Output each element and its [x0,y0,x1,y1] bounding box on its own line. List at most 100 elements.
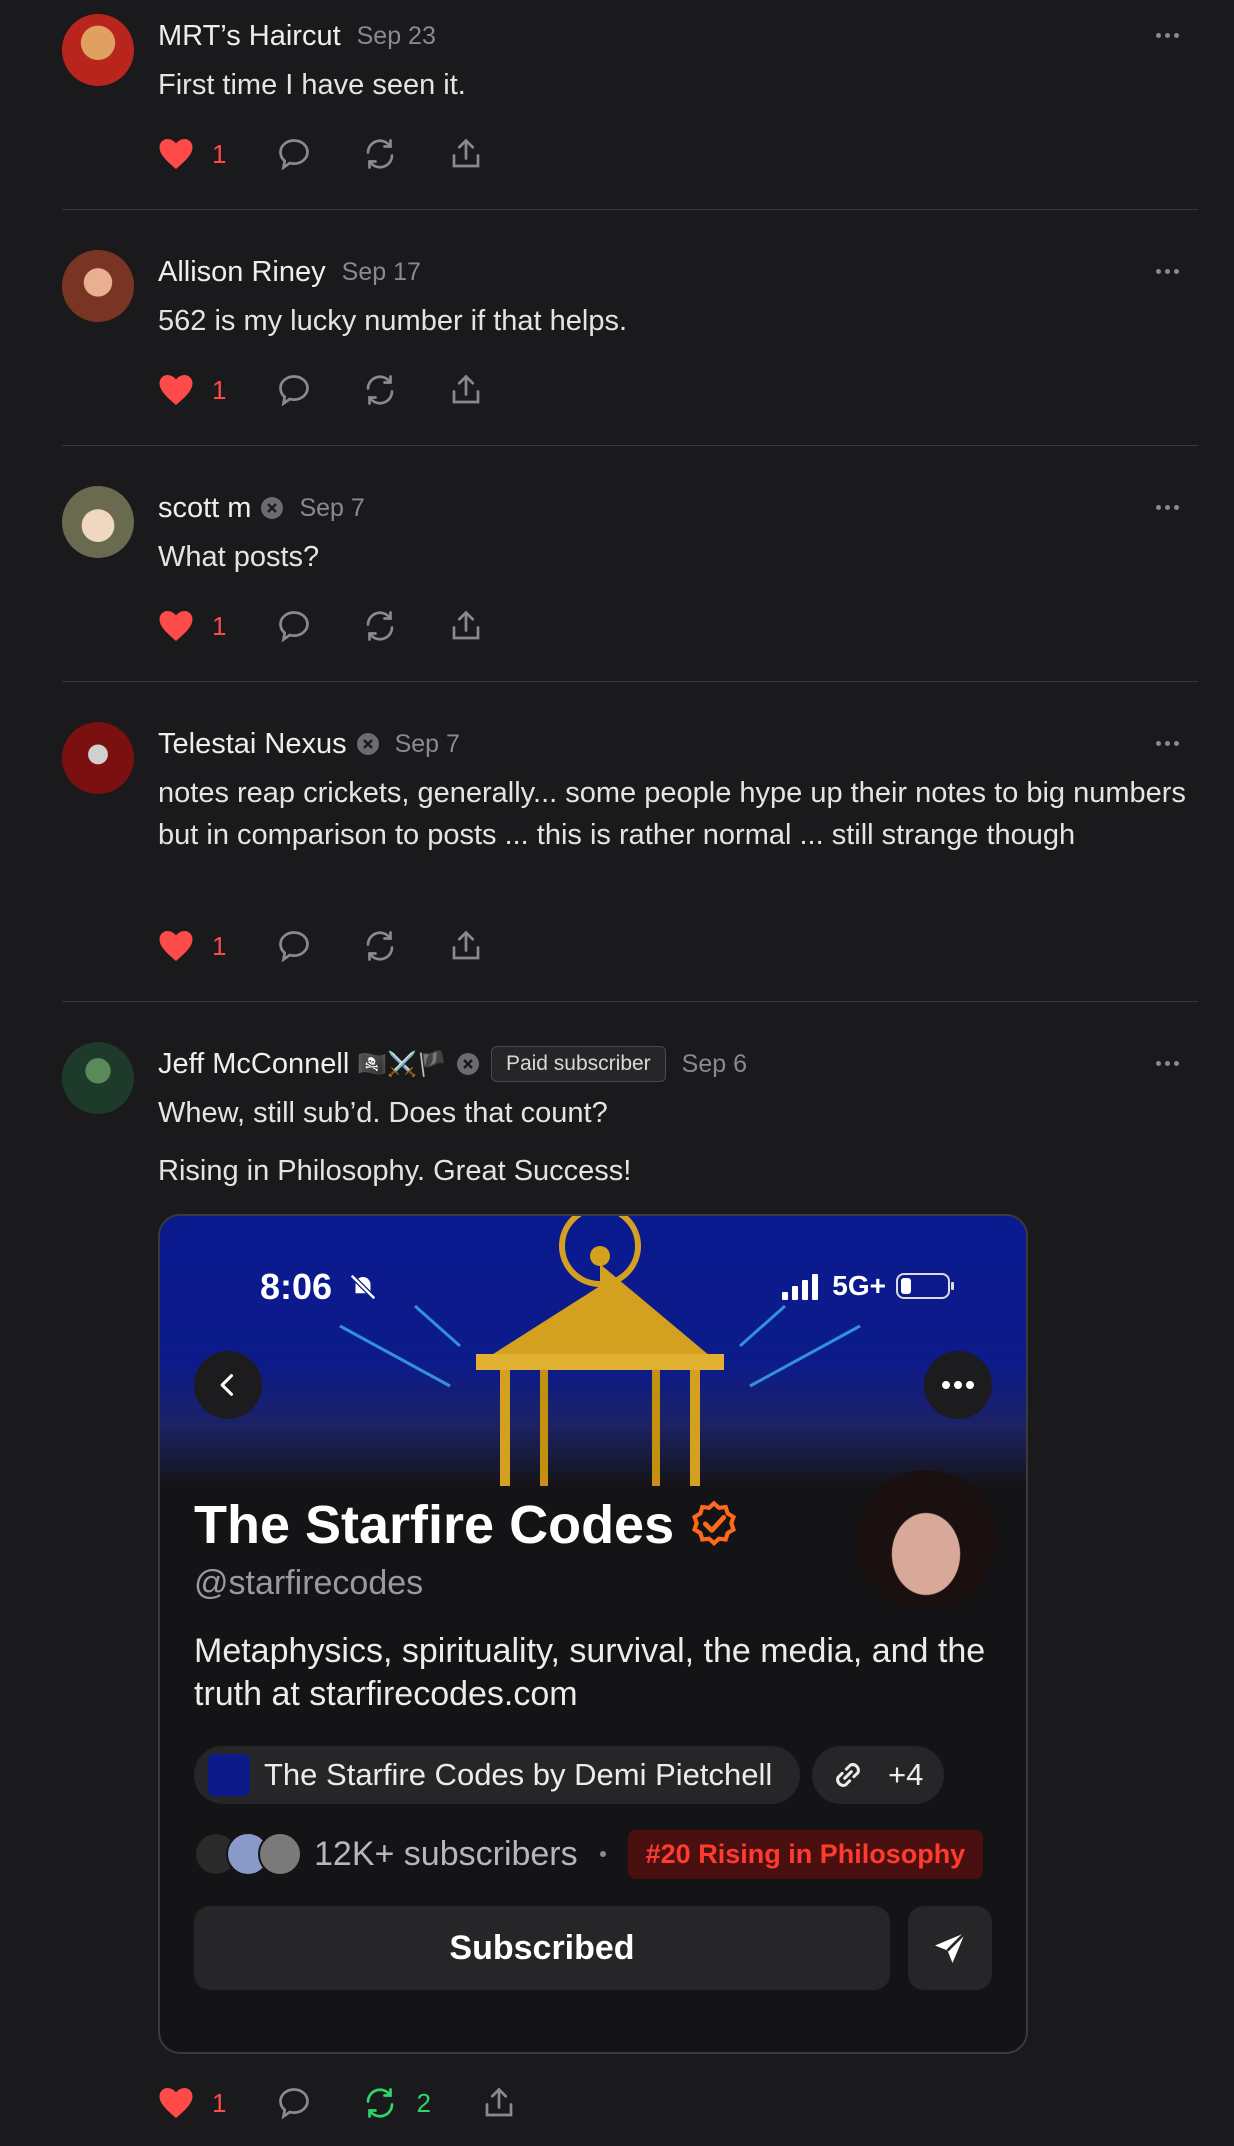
restack-icon [367,931,394,961]
restack-button[interactable]: 2 [362,2085,431,2121]
divider [62,681,1198,682]
comment-text: First time I have seen it. [158,69,466,101]
verified-check-icon [692,1500,737,1546]
share-icon [453,138,480,168]
avatar[interactable] [62,722,134,794]
subscriber-count: 12K+ subscribers [314,1834,578,1873]
more-options-icon[interactable] [1156,30,1184,40]
bell-muted-icon [349,1273,377,1301]
like-button[interactable]: 1 [158,2086,226,2120]
comment-actions: 1 [158,926,534,966]
reply-button[interactable] [276,608,312,644]
share-icon [485,2087,513,2117]
comment-date[interactable]: Sep 17 [342,258,421,287]
like-button[interactable]: 1 [158,929,226,963]
links-chip[interactable]: +4 [812,1746,944,1804]
reply-button[interactable] [276,136,312,172]
send-button[interactable] [908,1906,992,1990]
restack-button[interactable] [362,136,398,172]
like-button[interactable]: 1 [158,609,226,643]
restack-count: 2 [416,2087,431,2118]
rising-badge[interactable]: #20 Rising in Philosophy [627,1829,984,1879]
subscribed-button[interactable]: Subscribed [194,1906,890,1990]
publication-chip-label: The Starfire Codes by Demi Pietchell [264,1757,773,1792]
like-count: 1 [212,138,227,169]
more-options-icon[interactable] [1156,1058,1184,1068]
comment-author[interactable]: Jeff McConnell [158,1048,349,1081]
share-button[interactable] [448,928,484,964]
link-icon [836,1763,860,1787]
comment-text: notes reap crickets, generally... some p… [158,777,1186,851]
reply-button[interactable] [276,928,312,964]
comment-author[interactable]: scott m [158,492,251,525]
restack-button[interactable] [362,608,398,644]
avatar[interactable] [62,250,134,322]
publication-logo-icon [208,1754,250,1796]
subscribers-row: 12K+ subscribers #20 Rising in Philosoph… [194,1829,984,1879]
chevron-left-icon [220,1374,234,1396]
reply-button[interactable] [276,2085,312,2121]
more-options-icon[interactable] [1156,738,1184,748]
heart-icon [159,611,193,641]
share-button[interactable] [448,136,484,172]
comment-text: What posts? [158,541,320,573]
heart-icon [159,2088,193,2118]
publication-title-row: The Starfire Codes [194,1494,740,1556]
divider [62,445,1198,446]
comment-author[interactable]: Telestai Nexus [158,728,347,761]
avatar [258,1832,302,1876]
avatar[interactable] [62,14,134,86]
restack-button[interactable] [362,372,398,408]
avatar[interactable] [62,1042,134,1114]
card-more-button[interactable] [924,1351,992,1419]
like-count: 1 [212,2087,227,2118]
restack-icon [367,2088,394,2118]
restack-icon [367,139,394,169]
like-button[interactable]: 1 [158,137,226,171]
avatar[interactable] [62,486,134,558]
send-icon [935,1932,966,1963]
comment-actions: 1 [158,370,534,410]
comment-icon [279,139,310,171]
share-button[interactable] [481,2085,517,2121]
share-icon [453,610,480,640]
phone-status-bar: 8:06 5G+ [160,1266,1026,1307]
comment-date[interactable]: Sep 23 [357,22,436,51]
publication-description: Metaphysics, spirituality, survival, the… [194,1632,986,1713]
comment-date[interactable]: Sep 6 [682,1050,747,1079]
divider [62,209,1198,210]
network-label: 5G+ [832,1270,886,1301]
status-time: 8:06 [260,1266,333,1307]
comment-author[interactable]: MRT’s Haircut [158,20,341,53]
publication-chip[interactable]: The Starfire Codes by Demi Pietchell [194,1746,800,1804]
author-emoji: 🏴‍☠️⚔️🏴 [357,1050,447,1078]
like-button[interactable]: 1 [158,373,226,407]
card-banner: 8:06 5G+ [160,1216,1026,1486]
comment-text: Whew, still sub’d. Does that count? [158,1097,608,1129]
back-button[interactable] [194,1351,262,1419]
badge-icon [456,1053,479,1075]
comment-date[interactable]: Sep 7 [299,494,364,523]
separator-dot [599,1851,606,1857]
publication-handle: @starfirecodes [194,1564,424,1602]
reply-button[interactable] [276,372,312,408]
author-photo [856,1470,996,1610]
restack-button[interactable] [362,928,398,964]
heart-icon [159,931,193,961]
share-button[interactable] [448,372,484,408]
share-icon [453,374,480,404]
comment-icon [279,375,310,407]
more-options-icon[interactable] [1156,502,1184,512]
comment-icon [279,2088,310,2120]
comment-icon [279,611,310,643]
comment-actions: 1 2 [158,2083,567,2123]
share-button[interactable] [448,608,484,644]
embedded-profile-card[interactable]: 8:06 5G+ The Starfire Codes @starfirecod… [158,1214,1028,2054]
paid-subscriber-badge: Paid subscriber [490,1046,666,1082]
comment-actions: 1 [158,134,534,174]
comment-icon [279,931,310,963]
comment-author[interactable]: Allison Riney [158,256,326,289]
signal-icon [782,1274,819,1300]
comment-date[interactable]: Sep 7 [395,730,460,759]
more-options-icon[interactable] [1156,266,1184,276]
